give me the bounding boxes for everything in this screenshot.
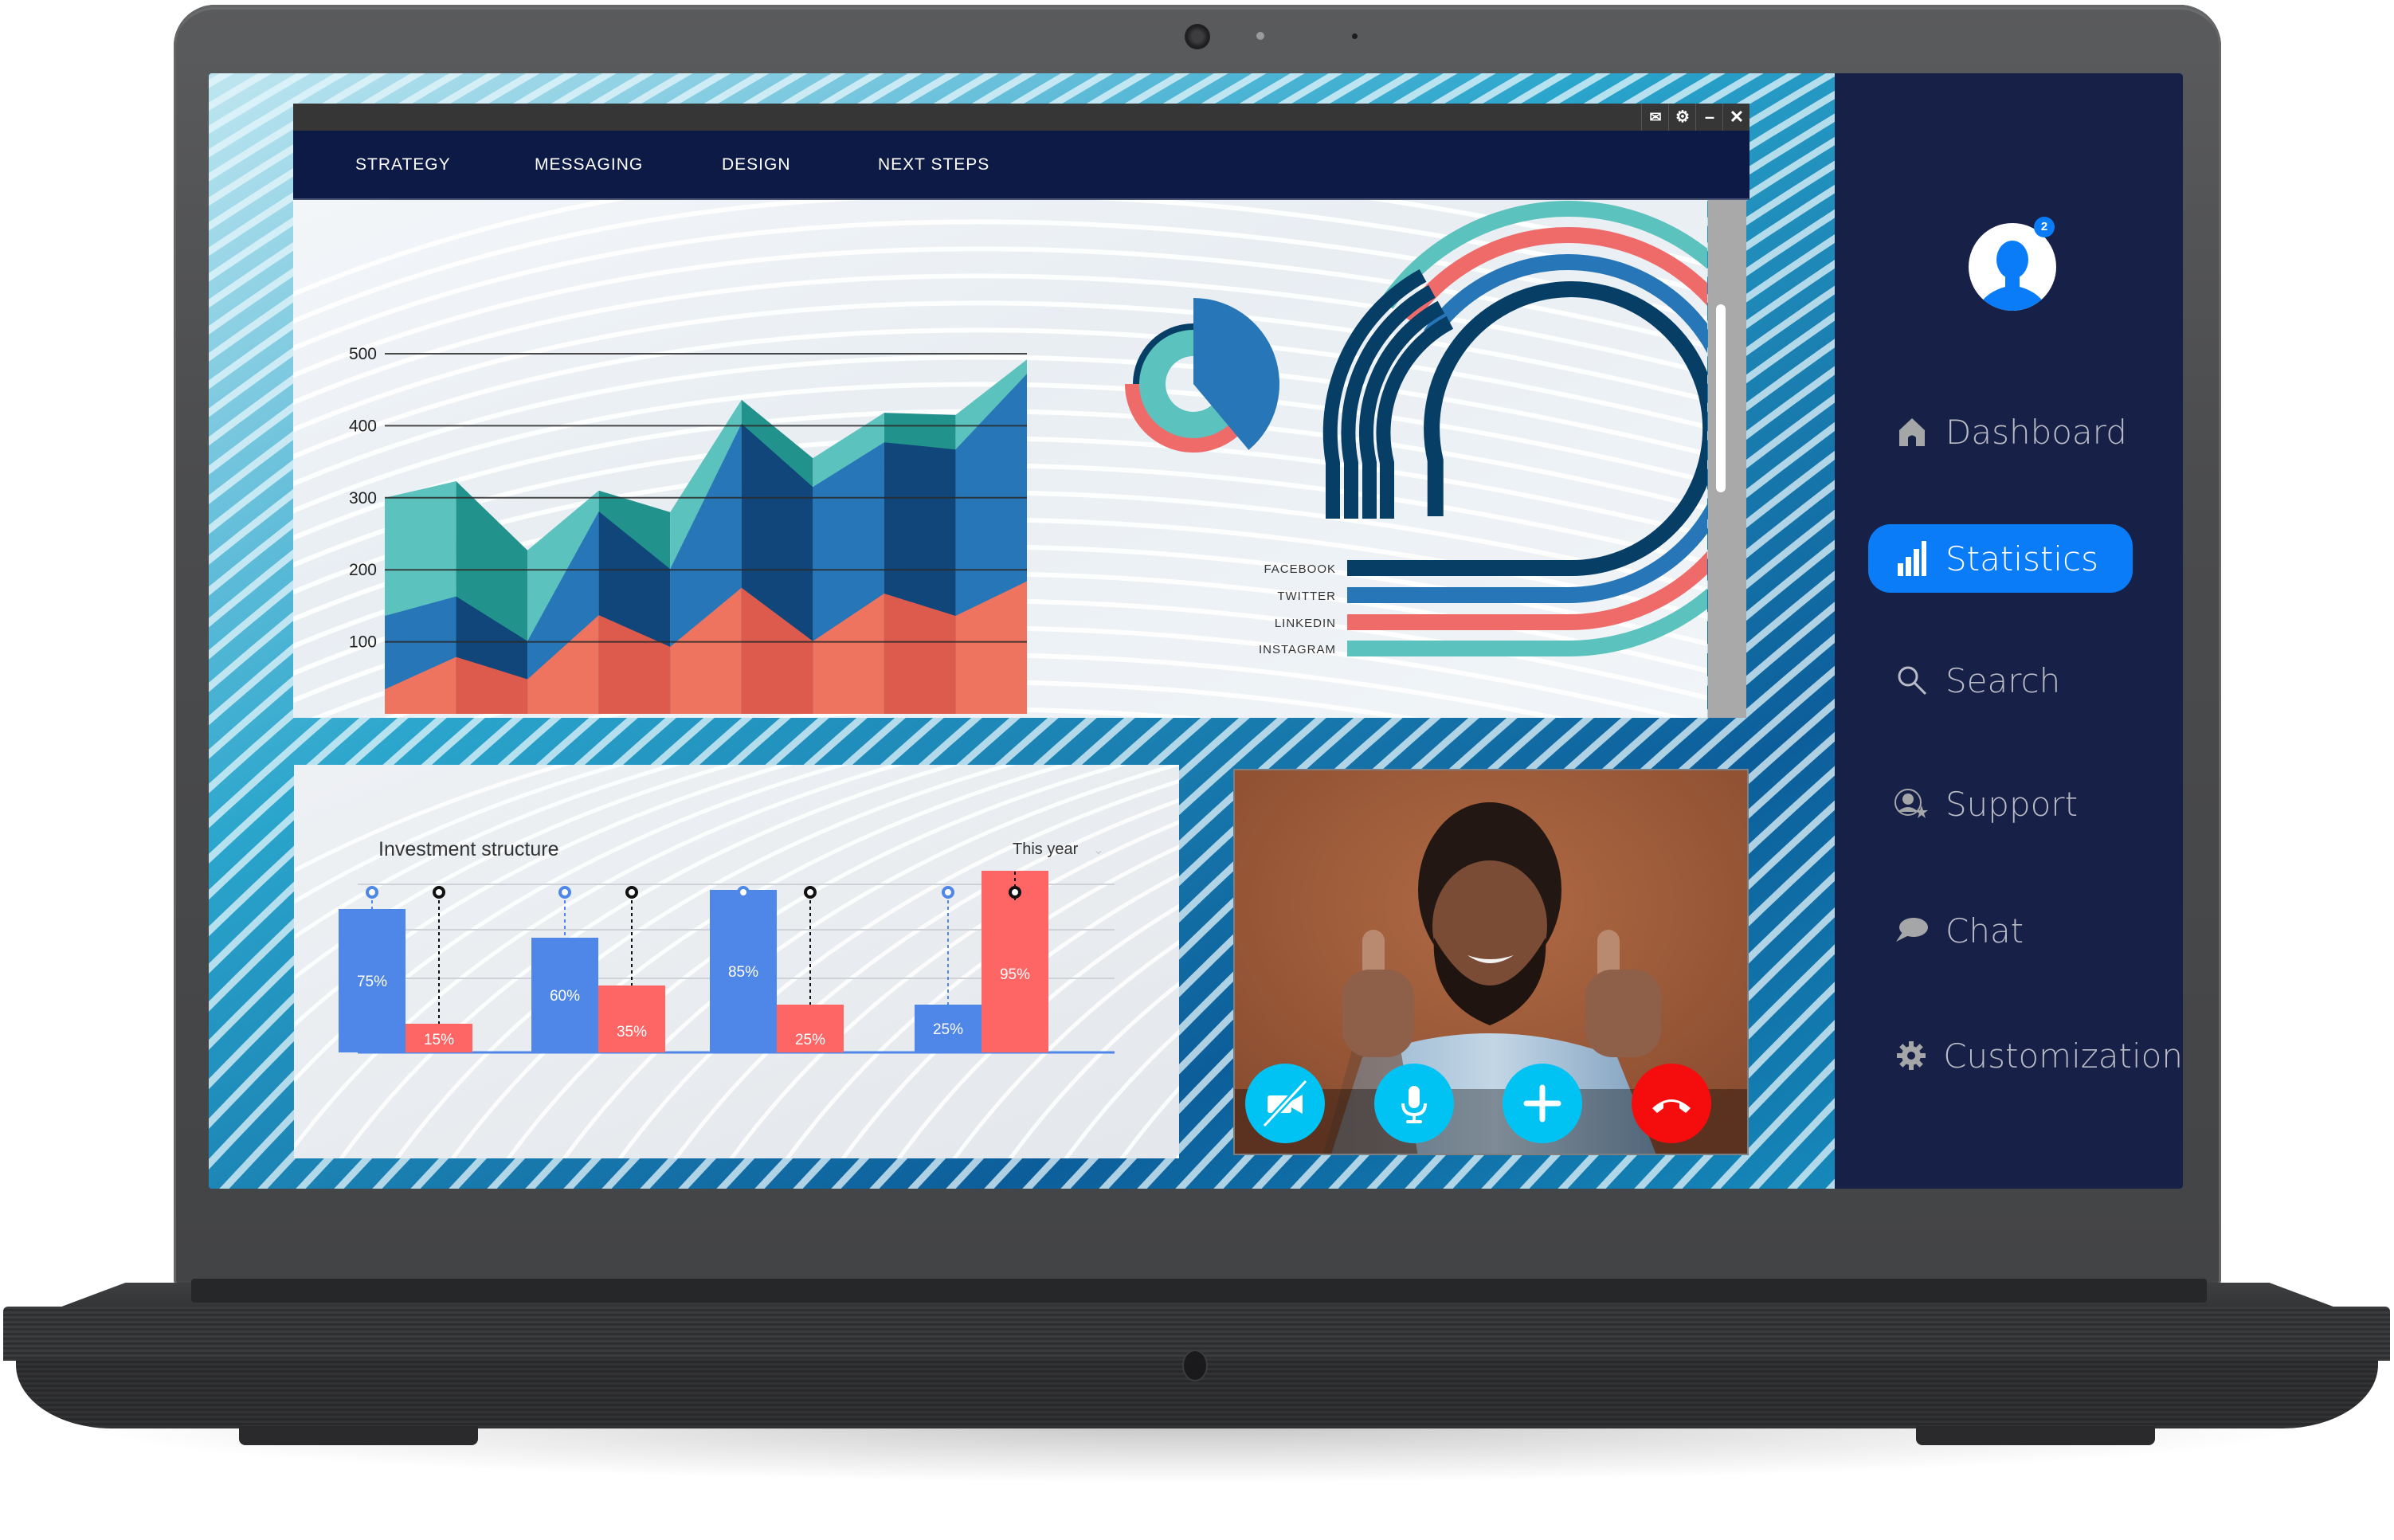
- sidebar-item-customization[interactable]: Customization: [1835, 1021, 2183, 1090]
- bar-marker: [1009, 886, 1021, 899]
- top-nav: STRATEGY MESSAGING DESIGN NEXT STEPS: [293, 131, 1749, 200]
- y-tick-label: 200: [349, 561, 377, 579]
- window-titlebar: ✉ ⚙ – ✕: [293, 104, 1749, 131]
- gear-icon[interactable]: ⚙: [1668, 104, 1696, 131]
- minimize-icon[interactable]: –: [1695, 104, 1723, 131]
- bar-value-label: 35%: [617, 1024, 647, 1040]
- close-icon[interactable]: ✕: [1722, 104, 1750, 131]
- sidebar: 2 Dashboard Statistics Search Support Ch…: [1835, 73, 2183, 1189]
- bar-marker: [942, 886, 954, 899]
- search-icon: [1894, 663, 1930, 698]
- video-call-panel: [1233, 769, 1749, 1155]
- keyboard-edge: [191, 1279, 2207, 1303]
- sidebar-item-dashboard[interactable]: Dashboard: [1835, 398, 2183, 466]
- track-label: INSTAGRAM: [1259, 643, 1336, 656]
- bar-chart-icon: [1894, 541, 1930, 576]
- track-label: FACEBOOK: [1264, 562, 1336, 576]
- webcam-icon: [1185, 24, 1210, 49]
- sidebar-item-support[interactable]: Support: [1835, 770, 2183, 838]
- mail-icon[interactable]: ✉: [1641, 104, 1669, 131]
- sidebar-item-statistics[interactable]: Statistics: [1835, 524, 2183, 593]
- bar-red: [598, 986, 665, 1052]
- camera-off-button[interactable]: [1245, 1064, 1325, 1143]
- lid-opener-notch: [1184, 1351, 1206, 1380]
- bar-value-label: 25%: [795, 1032, 825, 1048]
- bar-marker: [804, 886, 817, 899]
- track-label: TWITTER: [1277, 590, 1336, 603]
- chat-icon: [1894, 913, 1930, 948]
- investment-bar-chart: 75% 15% 60% 35% 85% 25% 25% 95%: [339, 871, 1115, 1054]
- camera-off-icon: [1263, 1080, 1307, 1127]
- camera-led-icon: [1256, 32, 1264, 40]
- rubber-foot-right: [1916, 1426, 2155, 1445]
- microphone-hole-icon: [1352, 33, 1358, 39]
- rubber-foot-left: [239, 1426, 478, 1445]
- bar-marker: [366, 886, 378, 899]
- window-content: 100 200 300 400 500 FACEBOOK TWITTER LINKEDIN I…: [293, 200, 1707, 718]
- sidebar-item-label: Search: [1945, 660, 2061, 700]
- sidebar-item-label: Chat: [1945, 911, 2024, 950]
- y-tick-label: 300: [349, 489, 377, 507]
- notification-badge: 2: [2034, 217, 2055, 237]
- bar-marker: [558, 886, 571, 899]
- track-label: LINKEDIN: [1275, 617, 1336, 630]
- microphone-button[interactable]: [1374, 1064, 1454, 1143]
- bar-value-label: 15%: [424, 1032, 454, 1048]
- tab-messaging[interactable]: MESSAGING: [535, 131, 643, 198]
- sidebar-item-label: Statistics: [1945, 539, 2098, 578]
- presentation-window: ✉ ⚙ – ✕ STRATEGY MESSAGING DESIGN NEXT S…: [293, 104, 1749, 718]
- bar-value-label: 85%: [728, 964, 758, 981]
- bar-value-label: 25%: [933, 1021, 963, 1038]
- sidebar-item-search[interactable]: Search: [1835, 646, 2183, 715]
- home-icon: [1894, 414, 1930, 449]
- tab-next-steps[interactable]: NEXT STEPS: [878, 131, 989, 198]
- tab-design[interactable]: DESIGN: [722, 131, 791, 198]
- y-tick-label: 100: [349, 633, 377, 652]
- bar-value-label: 60%: [550, 988, 580, 1005]
- plus-icon: [1523, 1084, 1561, 1123]
- add-participant-button[interactable]: [1503, 1064, 1582, 1143]
- support-icon: [1894, 786, 1930, 821]
- bar-value-label: 95%: [1000, 966, 1030, 983]
- scrollbar[interactable]: [1708, 200, 1746, 718]
- gear-icon: [1894, 1038, 1927, 1073]
- bar-marker: [625, 886, 638, 899]
- hang-up-icon: [1652, 1099, 1691, 1113]
- sidebar-item-label: Support: [1945, 784, 2079, 824]
- sidebar-item-label: Dashboard: [1945, 412, 2127, 452]
- y-tick-label: 400: [349, 417, 377, 435]
- sidebar-item-label: Customization: [1943, 1036, 2183, 1076]
- microphone-icon: [1401, 1086, 1427, 1123]
- bar-marker: [737, 886, 750, 899]
- investment-panel: Investment structure This year ⌄ 75% 15% 6…: [294, 765, 1179, 1158]
- bar-marker: [433, 886, 445, 899]
- bar-value-label: 75%: [357, 974, 387, 990]
- area-chart: 100 200 300 400 500: [349, 345, 1027, 714]
- scrollbar-thumb[interactable]: [1716, 304, 1726, 492]
- end-call-button[interactable]: [1632, 1064, 1711, 1143]
- tab-strategy[interactable]: STRATEGY: [355, 131, 451, 198]
- social-track-chart: FACEBOOK TWITTER LINKEDIN INSTAGRAM: [1259, 201, 1707, 656]
- laptop-screen: ✉ ⚙ – ✕ STRATEGY MESSAGING DESIGN NEXT S…: [209, 73, 2183, 1189]
- y-tick-label: 500: [349, 345, 377, 363]
- sidebar-item-chat[interactable]: Chat: [1835, 896, 2183, 965]
